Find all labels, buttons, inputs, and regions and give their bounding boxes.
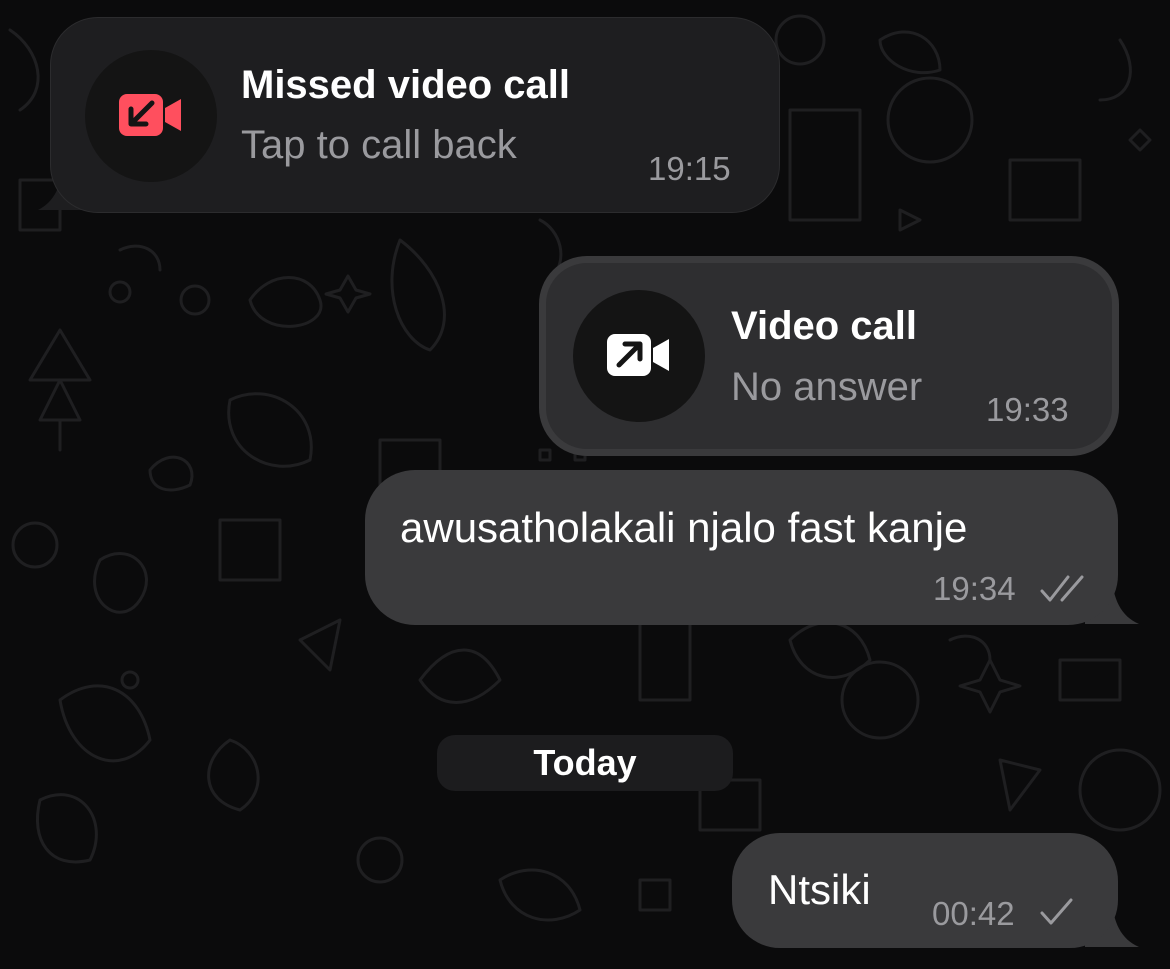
message-time: 19:34 — [933, 570, 1016, 607]
date-separator: Today — [437, 735, 733, 791]
call-title: Video call — [731, 304, 918, 348]
message-text: Ntsiki — [768, 866, 871, 913]
message-time: 00:42 — [932, 895, 1015, 932]
single-check-icon — [1040, 898, 1073, 925]
message-text: awusatholakali njalo fast kanje — [400, 504, 968, 551]
text-message-outgoing[interactable]: awusatholakali njalo fast kanje 19:34 — [365, 470, 1118, 625]
missed-call-icon-circle — [85, 50, 217, 182]
call-subtitle: No answer — [731, 365, 923, 409]
outgoing-video-call-icon — [607, 334, 669, 376]
message-time: 19:33 — [986, 391, 1069, 428]
message-time: 19:15 — [648, 150, 731, 187]
missed-video-call-icon — [119, 94, 181, 136]
double-check-icon — [1040, 575, 1084, 602]
call-subtitle: Tap to call back — [241, 123, 517, 167]
call-title: Missed video call — [241, 63, 571, 107]
video-call-message[interactable]: Video call No answer 19:33 — [539, 256, 1119, 456]
text-message-outgoing[interactable]: Ntsiki 00:42 — [732, 833, 1118, 948]
missed-video-call-message[interactable]: Missed video call Tap to call back 19:15 — [50, 17, 780, 213]
video-call-icon-circle — [573, 290, 705, 422]
